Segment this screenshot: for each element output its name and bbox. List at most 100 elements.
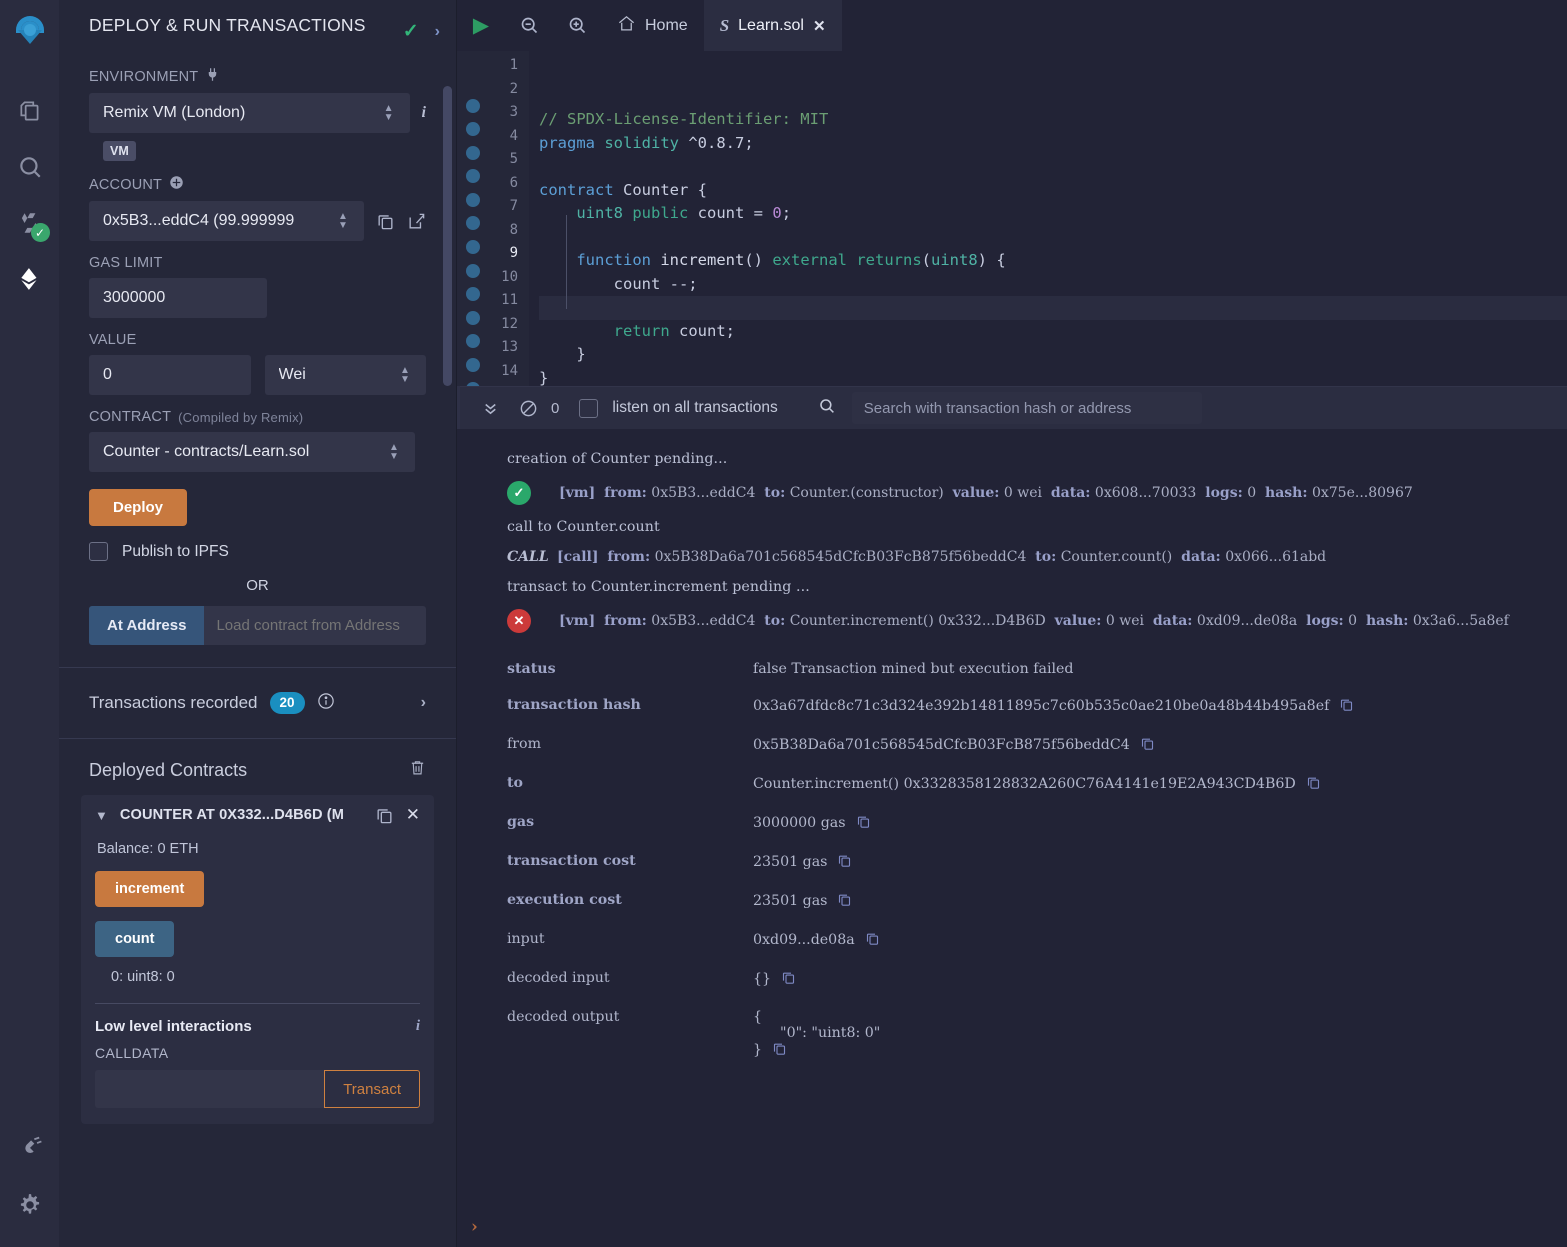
at-address-button[interactable]: At Address bbox=[89, 606, 204, 645]
run-script-icon[interactable]: ▶ bbox=[457, 13, 505, 38]
plugin-manager-icon[interactable] bbox=[8, 1127, 52, 1171]
breakpoint-dot[interactable] bbox=[466, 358, 480, 372]
publish-ipfs-checkbox[interactable] bbox=[89, 542, 108, 561]
breakpoint-dot[interactable] bbox=[466, 334, 480, 348]
close-icon[interactable]: ✕ bbox=[813, 17, 826, 35]
terminal-prompt-icon[interactable]: › bbox=[471, 1217, 478, 1237]
sidebar-scrollbar[interactable] bbox=[443, 86, 452, 386]
publish-ipfs-row: Publish to IPFS bbox=[89, 542, 426, 561]
breakpoint-dot[interactable] bbox=[466, 311, 480, 325]
status-success-icon: ✓ bbox=[507, 481, 531, 505]
low-level-info-icon[interactable]: i bbox=[416, 1018, 420, 1035]
breakpoint-dot[interactable] bbox=[466, 264, 480, 278]
code-line[interactable]: pragma solidity ^0.8.7; bbox=[539, 132, 1567, 156]
breakpoint-dot[interactable] bbox=[466, 240, 480, 254]
calldata-row: Transact bbox=[95, 1070, 420, 1124]
contract-card-header[interactable]: ▼ COUNTER AT 0X332...D4B6D (M ✕ bbox=[95, 805, 420, 825]
value-unit-select[interactable]: Wei ▲▼ bbox=[265, 355, 427, 395]
tab-home[interactable]: Home bbox=[601, 0, 704, 51]
copy-icon[interactable] bbox=[1339, 697, 1354, 716]
collapse-terminal-icon[interactable] bbox=[471, 399, 509, 418]
terminal-search-input[interactable] bbox=[852, 392, 1202, 424]
transactions-expand-chevron-icon[interactable]: › bbox=[421, 694, 426, 712]
terminal-call-row[interactable]: CALL[call] from: 0x5B38Da6a701c568545dCf… bbox=[457, 541, 1567, 573]
code-line[interactable] bbox=[539, 155, 1567, 179]
zoom-out-icon[interactable] bbox=[505, 15, 553, 36]
function-button-count[interactable]: count bbox=[95, 921, 174, 957]
code-line[interactable]: // SPDX-License-Identifier: MIT bbox=[539, 108, 1567, 132]
breakpoint-dot[interactable] bbox=[466, 99, 480, 113]
code-line[interactable] bbox=[539, 226, 1567, 250]
code-line[interactable]: contract Counter { bbox=[539, 179, 1567, 203]
search-icon[interactable] bbox=[8, 145, 52, 189]
breakpoint-column[interactable] bbox=[457, 51, 488, 386]
low-level-title: Low level interactions bbox=[95, 1018, 416, 1035]
copy-icon[interactable] bbox=[1306, 775, 1321, 794]
contract-select[interactable]: Counter - contracts/Learn.sol ▲▼ bbox=[89, 432, 415, 472]
file-explorer-icon[interactable] bbox=[8, 89, 52, 133]
detail-row: toCounter.increment() 0x3328358128832A26… bbox=[457, 765, 1567, 804]
breakpoint-dot[interactable] bbox=[466, 122, 480, 136]
breakpoint-dot[interactable] bbox=[466, 216, 480, 230]
copy-icon[interactable] bbox=[865, 931, 880, 950]
contract-label: CONTRACT (Compiled by Remix) bbox=[89, 409, 426, 425]
terminal-transaction-row[interactable]: ✓[vm] from: 0x5B3...eddC4 to: Counter.(c… bbox=[457, 473, 1567, 513]
close-contract-icon[interactable]: ✕ bbox=[406, 805, 420, 825]
code-line[interactable]: uint8 public count = 0; bbox=[539, 202, 1567, 226]
chevron-down-icon[interactable]: ▼ bbox=[95, 808, 108, 823]
clear-console-icon[interactable] bbox=[509, 399, 547, 418]
copy-icon[interactable] bbox=[837, 853, 852, 872]
zoom-in-icon[interactable] bbox=[553, 15, 601, 36]
copy-icon[interactable] bbox=[772, 1041, 787, 1060]
contract-card-name: COUNTER AT 0X332...D4B6D (M bbox=[120, 807, 363, 823]
settings-icon[interactable] bbox=[8, 1183, 52, 1227]
breakpoint-dot[interactable] bbox=[466, 287, 480, 301]
code-content[interactable]: // SPDX-License-Identifier: MITpragma so… bbox=[529, 51, 1567, 386]
breakpoint-dot[interactable] bbox=[466, 146, 480, 160]
copy-icon[interactable] bbox=[1140, 736, 1155, 755]
calldata-input[interactable] bbox=[95, 1070, 324, 1108]
value-input[interactable]: 0 bbox=[89, 355, 251, 395]
solidity-file-icon: S bbox=[720, 16, 729, 36]
line-number: 5 bbox=[488, 148, 518, 172]
code-line[interactable]: } bbox=[539, 367, 1567, 387]
gas-limit-input[interactable]: 3000000 bbox=[89, 278, 267, 318]
copy-icon[interactable] bbox=[856, 814, 871, 833]
detail-row: transaction hash0x3a67dfdc8c71c3d324e392… bbox=[457, 687, 1567, 726]
transact-button[interactable]: Transact bbox=[324, 1070, 420, 1108]
panel-collapse-chevron-icon[interactable]: › bbox=[435, 23, 440, 41]
trash-icon[interactable] bbox=[409, 759, 426, 781]
deploy-button[interactable]: Deploy bbox=[89, 489, 187, 526]
detail-value: Counter.increment() 0x3328358128832A260C… bbox=[753, 775, 1321, 794]
breakpoint-dot[interactable] bbox=[466, 382, 480, 386]
solidity-compiler-icon[interactable]: ✓ bbox=[8, 201, 52, 245]
code-line[interactable] bbox=[539, 296, 1567, 320]
at-address-row: At Address bbox=[89, 606, 426, 645]
terminal-transaction-row[interactable]: ✕[vm] from: 0x5B3...eddC4 to: Counter.in… bbox=[457, 601, 1567, 641]
copy-account-icon[interactable] bbox=[376, 212, 395, 231]
transactions-recorded-section[interactable]: Transactions recorded 20 › bbox=[59, 667, 456, 739]
at-address-input[interactable] bbox=[204, 606, 426, 645]
environment-info-icon[interactable]: i bbox=[422, 104, 426, 122]
account-select[interactable]: 0x5B3...eddC4 (99.999999 ▲▼ bbox=[89, 201, 364, 241]
edit-account-icon[interactable] bbox=[407, 212, 426, 231]
environment-select[interactable]: Remix VM (London) ▲▼ bbox=[89, 93, 410, 133]
info-circle-icon[interactable] bbox=[317, 692, 335, 714]
copy-icon[interactable] bbox=[837, 892, 852, 911]
function-button-increment[interactable]: increment bbox=[95, 871, 204, 907]
listen-all-transactions-checkbox[interactable] bbox=[579, 399, 598, 418]
deploy-run-icon[interactable] bbox=[8, 257, 52, 301]
breakpoint-dot[interactable] bbox=[466, 169, 480, 183]
code-line[interactable]: count --; bbox=[539, 273, 1567, 297]
copy-contract-address-icon[interactable] bbox=[375, 806, 394, 825]
search-icon[interactable] bbox=[818, 397, 836, 420]
breakpoint-dot[interactable] bbox=[466, 193, 480, 207]
terminal-output[interactable]: creation of Counter pending...✓[vm] from… bbox=[457, 429, 1567, 1247]
copy-icon[interactable] bbox=[781, 970, 796, 989]
add-account-icon[interactable] bbox=[169, 175, 184, 194]
code-line[interactable]: return count; bbox=[539, 320, 1567, 344]
remix-logo-icon[interactable] bbox=[8, 10, 52, 59]
code-line[interactable]: } bbox=[539, 343, 1567, 367]
tab-learn-sol[interactable]: S Learn.sol ✕ bbox=[704, 0, 842, 51]
code-line[interactable]: function increment() external returns(ui… bbox=[539, 249, 1567, 273]
